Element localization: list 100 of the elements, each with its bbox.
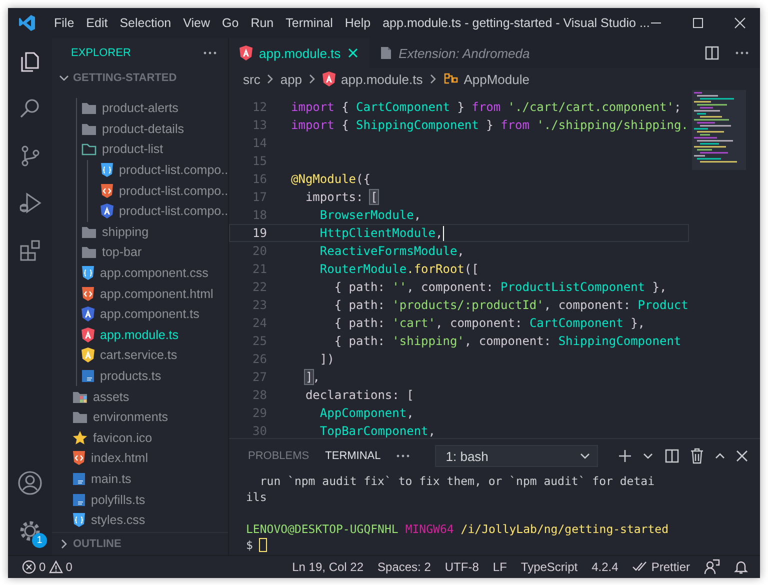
- code-line: ]): [318, 352, 334, 366]
- status-item[interactable]: LF: [492, 560, 507, 574]
- breadcrumb-item[interactable]: app: [278, 72, 304, 86]
- line-number: 29: [252, 406, 267, 420]
- split-editor-icon[interactable]: [704, 45, 720, 61]
- panel-tab[interactable]: PROBLEMS: [246, 450, 312, 462]
- line-number: 14: [252, 136, 267, 150]
- line-number: 12: [252, 100, 267, 114]
- vscode-logo: [18, 14, 36, 32]
- tree-item[interactable]: app.component.ts: [77, 304, 228, 325]
- line-number: 27: [252, 370, 267, 384]
- menu-item[interactable]: Go: [216, 16, 245, 30]
- line-number: 26: [252, 352, 267, 366]
- text-cursor: [442, 226, 444, 240]
- line-number: 20: [252, 244, 267, 258]
- plus-icon[interactable]: [618, 449, 632, 463]
- ts-file-icon: [72, 492, 86, 507]
- menu-item[interactable]: Edit: [80, 16, 114, 30]
- tree-item[interactable]: main.ts: [52, 468, 228, 490]
- menu-item[interactable]: Help: [338, 16, 377, 30]
- angular-file-icon: [81, 326, 95, 343]
- tree-item[interactable]: product-list.compo...: [88, 160, 228, 180]
- close-icon[interactable]: [346, 47, 359, 59]
- document-icon: [378, 46, 393, 60]
- folder-icon: [81, 142, 97, 156]
- breadcrumb-item[interactable]: app.module.ts: [320, 71, 425, 87]
- folder-icon: [72, 410, 88, 424]
- code-line: RouterModule.forRoot([: [318, 262, 479, 276]
- search-icon[interactable]: [18, 96, 42, 120]
- trash-icon[interactable]: [690, 448, 704, 464]
- code-line: TopBarComponent,: [318, 424, 436, 438]
- tree-item[interactable]: products.ts: [77, 366, 228, 386]
- status-item[interactable]: Ln 19, Col 22: [292, 560, 364, 574]
- tree-item[interactable]: product-alerts: [77, 98, 228, 119]
- maximize-icon[interactable]: [692, 17, 704, 29]
- error-icon: [22, 560, 36, 574]
- tree-item[interactable]: index.html: [52, 448, 228, 469]
- tree-item[interactable]: top-bar: [77, 242, 228, 263]
- tree-item[interactable]: polyfills.ts: [52, 489, 228, 510]
- tree-item[interactable]: app.component.html: [77, 283, 228, 304]
- tree-item[interactable]: cart.service.ts: [77, 345, 228, 366]
- tree-item[interactable]: product-list.compo...: [88, 200, 228, 222]
- tree-item[interactable]: environments: [52, 406, 228, 428]
- status-item[interactable]: Spaces: 2: [378, 560, 431, 574]
- terminal-line: LENOVO@DESKTOP-UGQFNHL MINGW64 /i/JollyLab/ng/getting-started: [246, 522, 669, 536]
- code-line: declarations: [: [304, 388, 414, 402]
- folder-icon: [81, 245, 97, 260]
- folder-icon: [81, 122, 97, 136]
- html-file-icon: [72, 450, 86, 466]
- breadcrumb-item[interactable]: src: [241, 72, 262, 86]
- panel-tab[interactable]: TERMINAL: [323, 450, 383, 462]
- folder-icon: [81, 224, 97, 239]
- code-line: { path: 'shipping', component: ShippingComponent: [333, 334, 682, 348]
- tree-item[interactable]: product-list.compo...: [88, 180, 228, 201]
- warning-icon: [48, 560, 63, 574]
- window-title: app.module.ts - getting-started - Visual Studio ...: [382, 16, 650, 30]
- tree-item[interactable]: app.component.css: [77, 262, 228, 284]
- run-debug-icon[interactable]: [18, 190, 42, 214]
- tree-item[interactable]: product-details: [77, 118, 228, 140]
- breadcrumb-item[interactable]: AppModule: [440, 72, 532, 86]
- menu-item[interactable]: Run: [244, 16, 280, 30]
- account-icon[interactable]: [17, 470, 43, 496]
- split-icon[interactable]: [664, 448, 680, 464]
- tree-item[interactable]: favicon.ico: [52, 428, 228, 448]
- line-number: 30: [252, 424, 267, 438]
- line-number: 23: [252, 298, 267, 312]
- code-line: import { ShippingComponent } from './shipping/shipping.: [291, 118, 688, 132]
- star-icon: [72, 430, 88, 446]
- menu-item[interactable]: File: [48, 16, 80, 30]
- menu-item[interactable]: Selection: [114, 16, 178, 30]
- tree-item[interactable]: styles.css: [52, 510, 228, 530]
- close-icon[interactable]: [734, 17, 746, 29]
- files-icon[interactable]: [18, 50, 42, 74]
- code-line: ReactiveFormsModule,: [318, 244, 464, 258]
- status-item[interactable]: Prettier: [632, 560, 690, 574]
- tree-item[interactable]: app.module.ts: [77, 324, 228, 346]
- status-item[interactable]: TypeScript: [520, 560, 578, 574]
- line-number: 15: [252, 154, 267, 168]
- angular-file-icon: [81, 306, 95, 322]
- sidebar-title: EXPLORER: [71, 47, 131, 59]
- close-icon[interactable]: [736, 450, 748, 462]
- line-number: 17: [252, 190, 267, 204]
- menu-item[interactable]: View: [177, 16, 216, 30]
- tree-item[interactable]: product-list: [77, 139, 228, 160]
- bell-icon[interactable]: [734, 559, 748, 575]
- tree-item[interactable]: assets: [52, 386, 228, 407]
- line-number: 25: [252, 334, 267, 348]
- extensions-icon[interactable]: [18, 238, 42, 262]
- terminal-dropdown[interactable]: 1: bash: [434, 445, 598, 467]
- problems-status[interactable]: 0 0: [22, 560, 72, 574]
- line-number: 21: [252, 262, 267, 276]
- status-item[interactable]: UTF-8: [444, 560, 479, 574]
- folder-icon: [81, 101, 97, 116]
- image-folder-icon: [72, 390, 88, 404]
- menu-item[interactable]: Terminal: [280, 16, 339, 30]
- line-number: 18: [252, 208, 267, 222]
- tree-item[interactable]: shipping: [77, 222, 228, 242]
- feedback-icon[interactable]: [704, 559, 720, 575]
- angular-file-icon: [239, 45, 253, 61]
- status-item[interactable]: 4.2.4: [592, 560, 618, 574]
